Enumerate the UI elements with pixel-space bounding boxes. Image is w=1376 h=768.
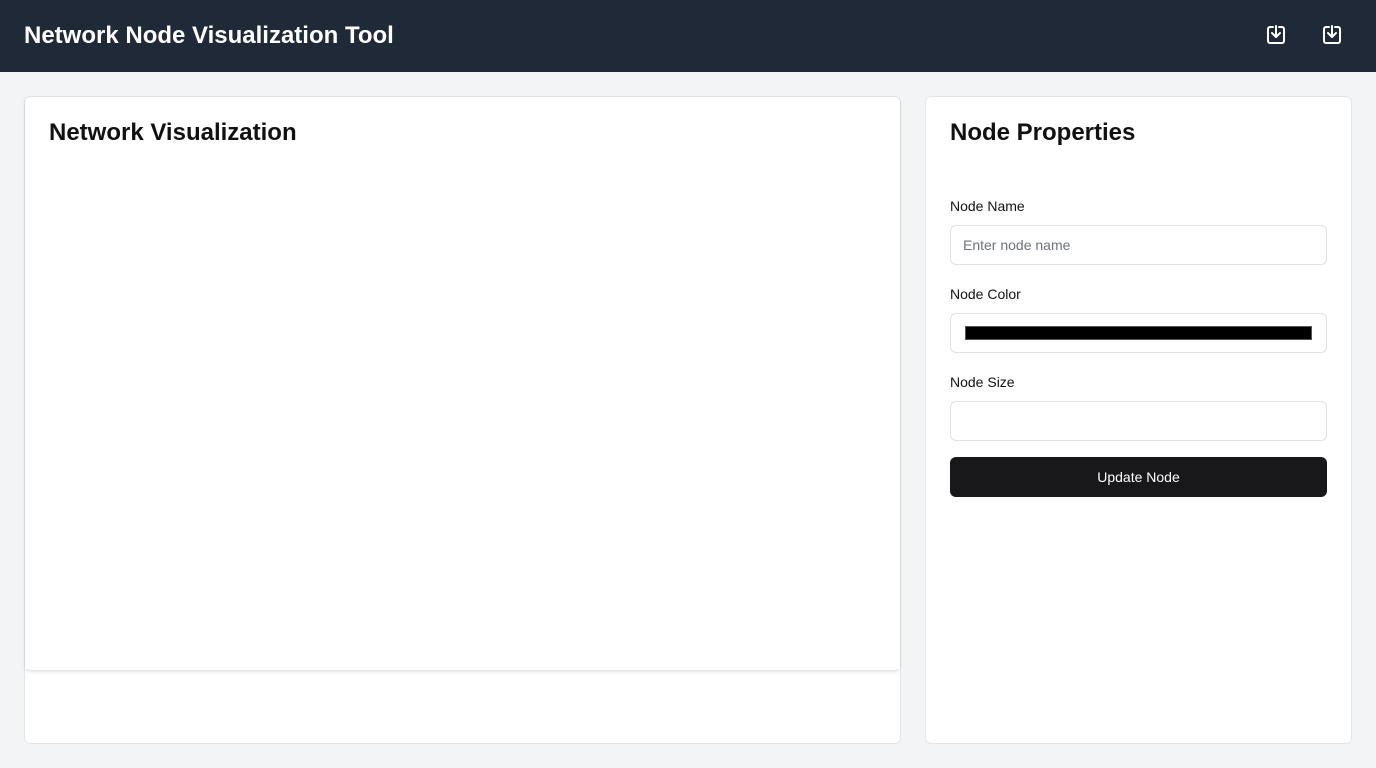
download-button[interactable] (1263, 22, 1289, 48)
node-color-picker[interactable] (950, 313, 1327, 353)
app-header: Network Node Visualization Tool (0, 0, 1376, 72)
node-properties-panel: Node Properties Node Name Node Color Nod… (925, 96, 1352, 744)
download-icon (1267, 25, 1285, 44)
node-name-label: Node Name (950, 198, 1025, 214)
download-icon (1323, 25, 1341, 44)
properties-title: Node Properties (950, 119, 1136, 146)
node-size-input[interactable] (950, 401, 1327, 441)
node-name-input[interactable] (950, 225, 1327, 265)
node-size-label: Node Size (950, 374, 1015, 390)
visualization-card: Network Visualization (25, 97, 900, 670)
visualization-panel: Network Visualization (24, 96, 901, 744)
export-button[interactable] (1319, 22, 1345, 48)
visualization-title: Network Visualization (49, 119, 297, 146)
network-canvas[interactable] (25, 173, 900, 669)
app-title: Network Node Visualization Tool (24, 22, 394, 49)
color-swatch (965, 326, 1312, 340)
node-color-label: Node Color (950, 286, 1021, 302)
update-node-button[interactable]: Update Node (950, 457, 1327, 497)
